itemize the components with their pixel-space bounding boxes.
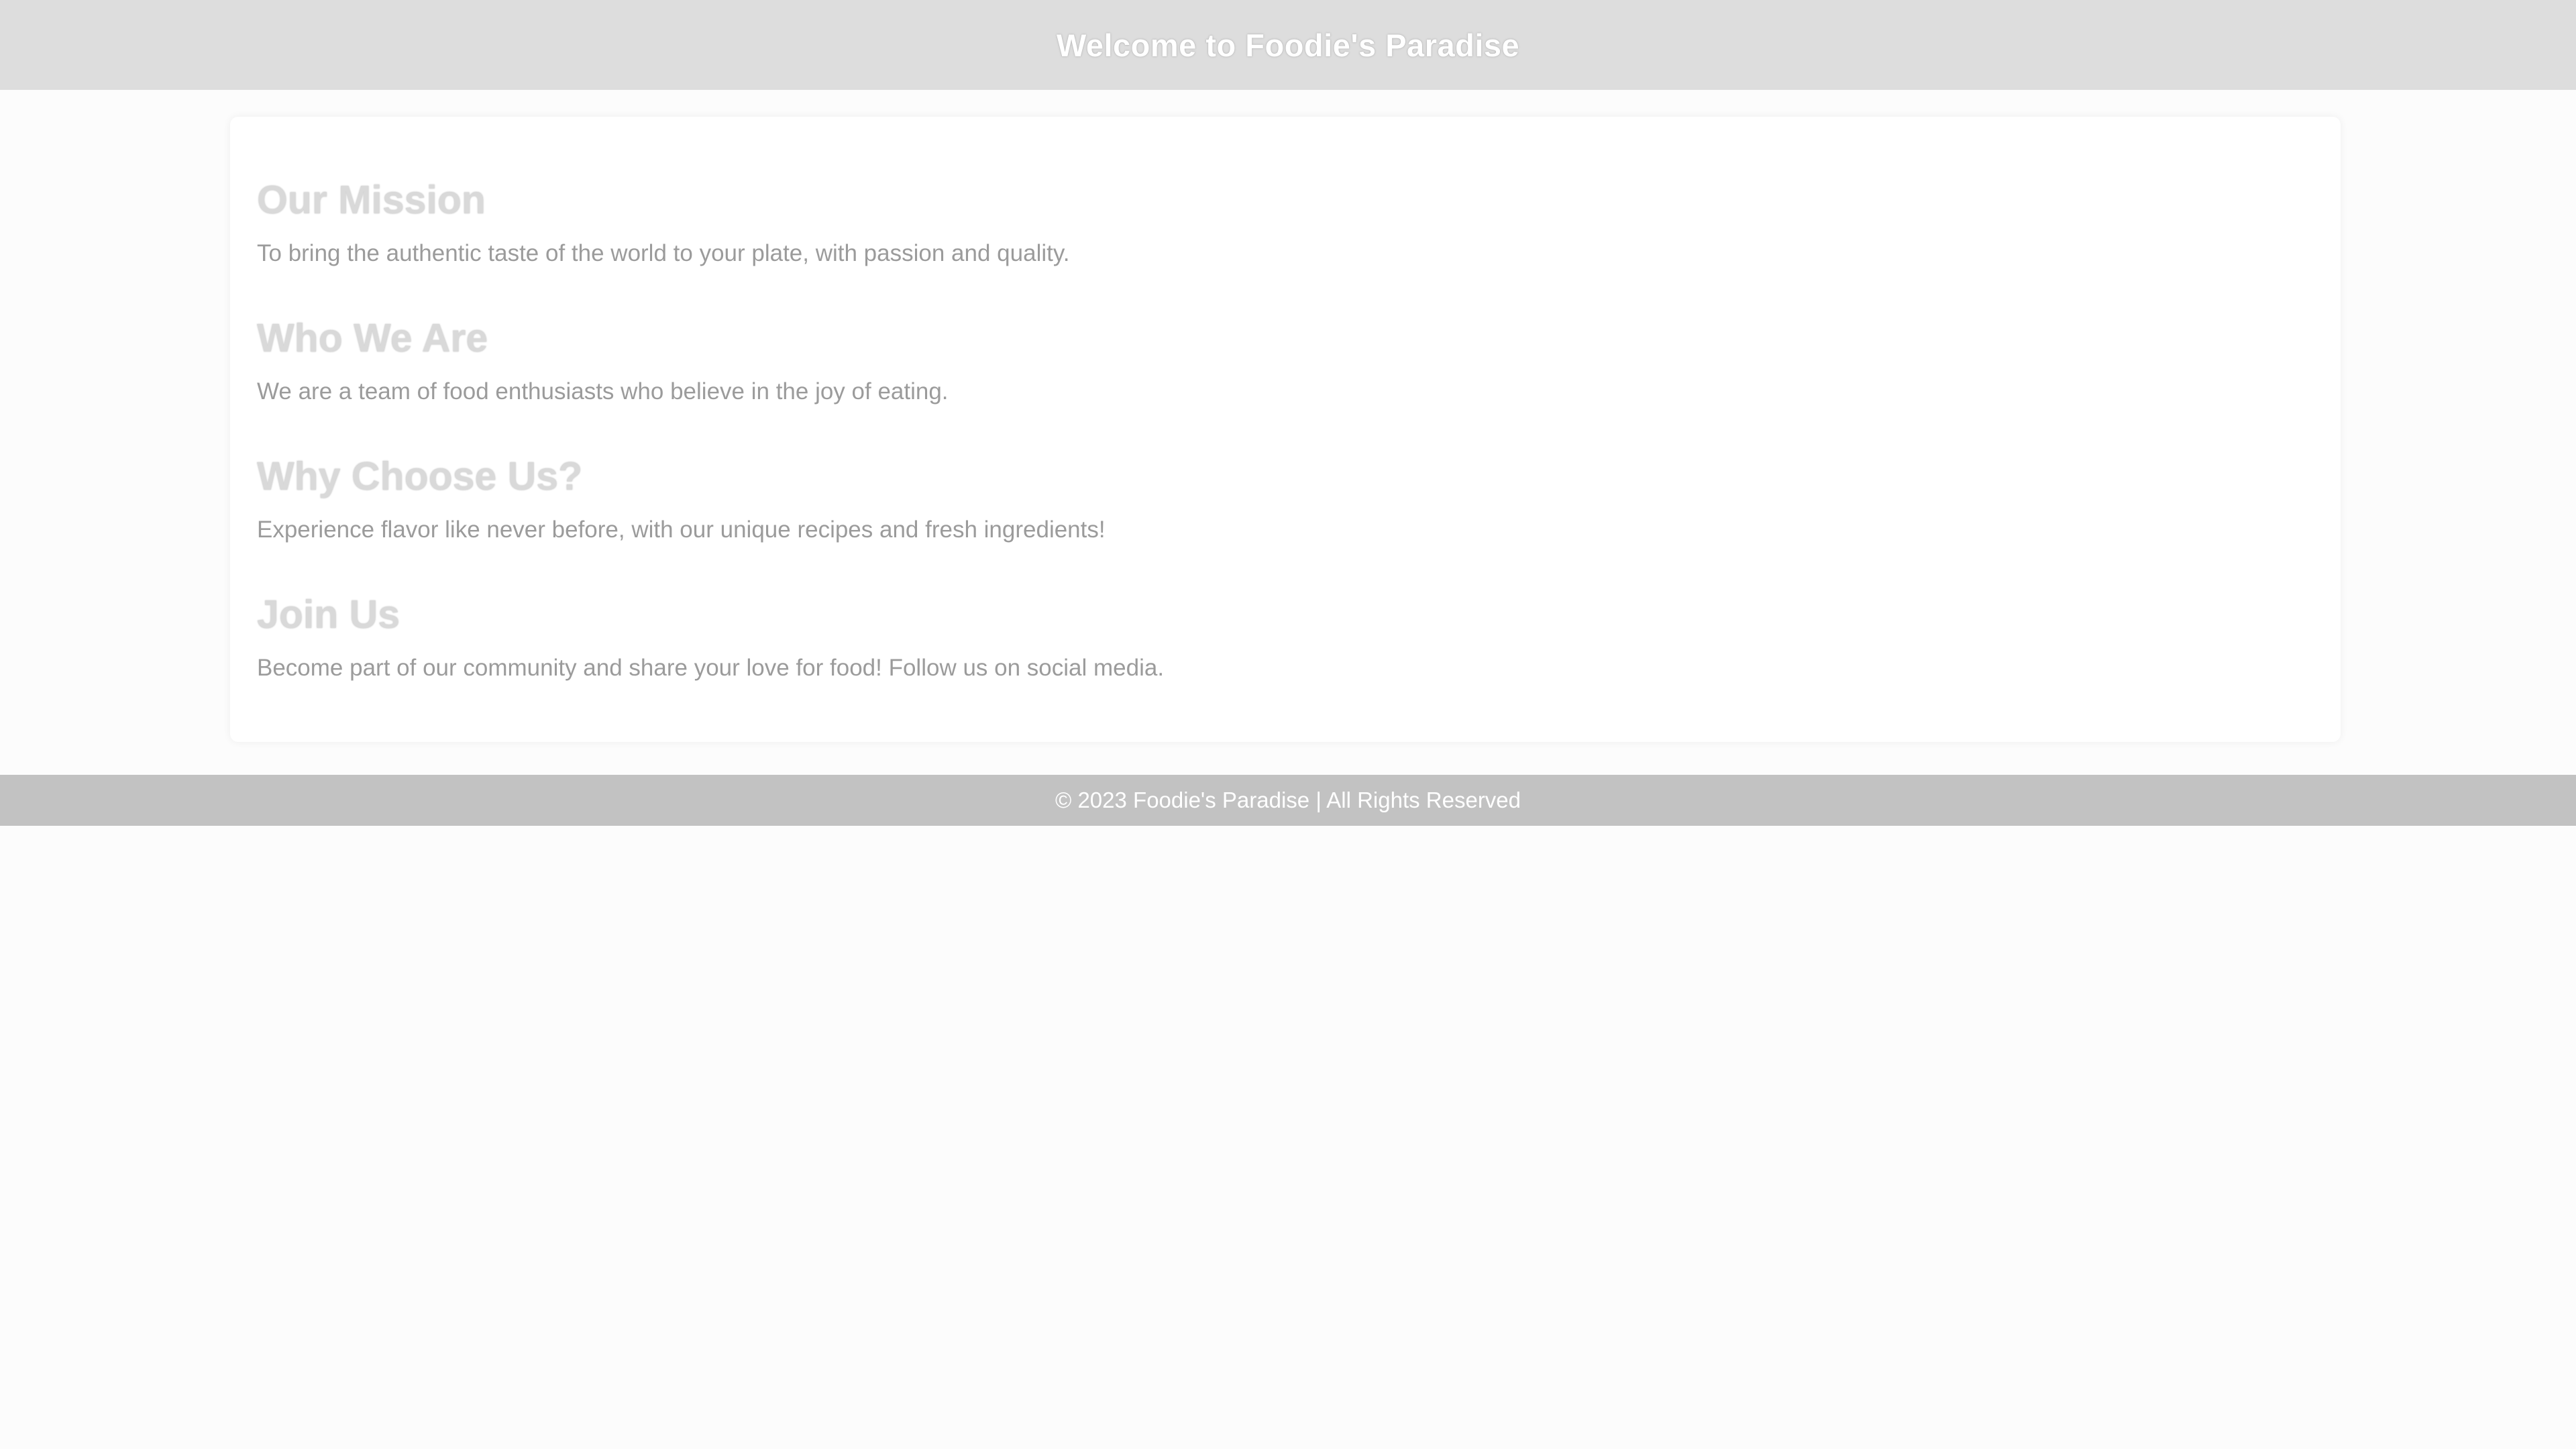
section-heading: Who We Are [257, 316, 488, 360]
site-title: Welcome to Foodie's Paradise [1056, 27, 1520, 63]
content-card: Our Mission To bring the authentic taste… [230, 117, 2341, 742]
section-heading: Join Us [257, 592, 400, 637]
section-text: We are a team of food enthusiasts who be… [257, 378, 949, 405]
section-why-choose-us: Why Choose Us? Experience flavor like ne… [257, 449, 2314, 588]
section-join-us: Join Us Become part of our community and… [257, 588, 2314, 726]
copyright-text: © 2023 Foodie's Paradise | All Rights Re… [1055, 788, 1521, 812]
site-header: Welcome to Foodie's Paradise [0, 0, 2576, 90]
section-text: Become part of our community and share y… [257, 655, 1165, 681]
section-heading: Our Mission [257, 178, 486, 222]
site-footer: © 2023 Foodie's Paradise | All Rights Re… [0, 775, 2576, 826]
section-text: To bring the authentic taste of the worl… [257, 240, 1070, 266]
section-who-we-are: Who We Are We are a team of food enthusi… [257, 311, 2314, 449]
section-our-mission: Our Mission To bring the authentic taste… [257, 173, 2314, 311]
section-heading: Why Choose Us? [257, 454, 583, 498]
section-text: Experience flavor like never before, wit… [257, 517, 1106, 543]
